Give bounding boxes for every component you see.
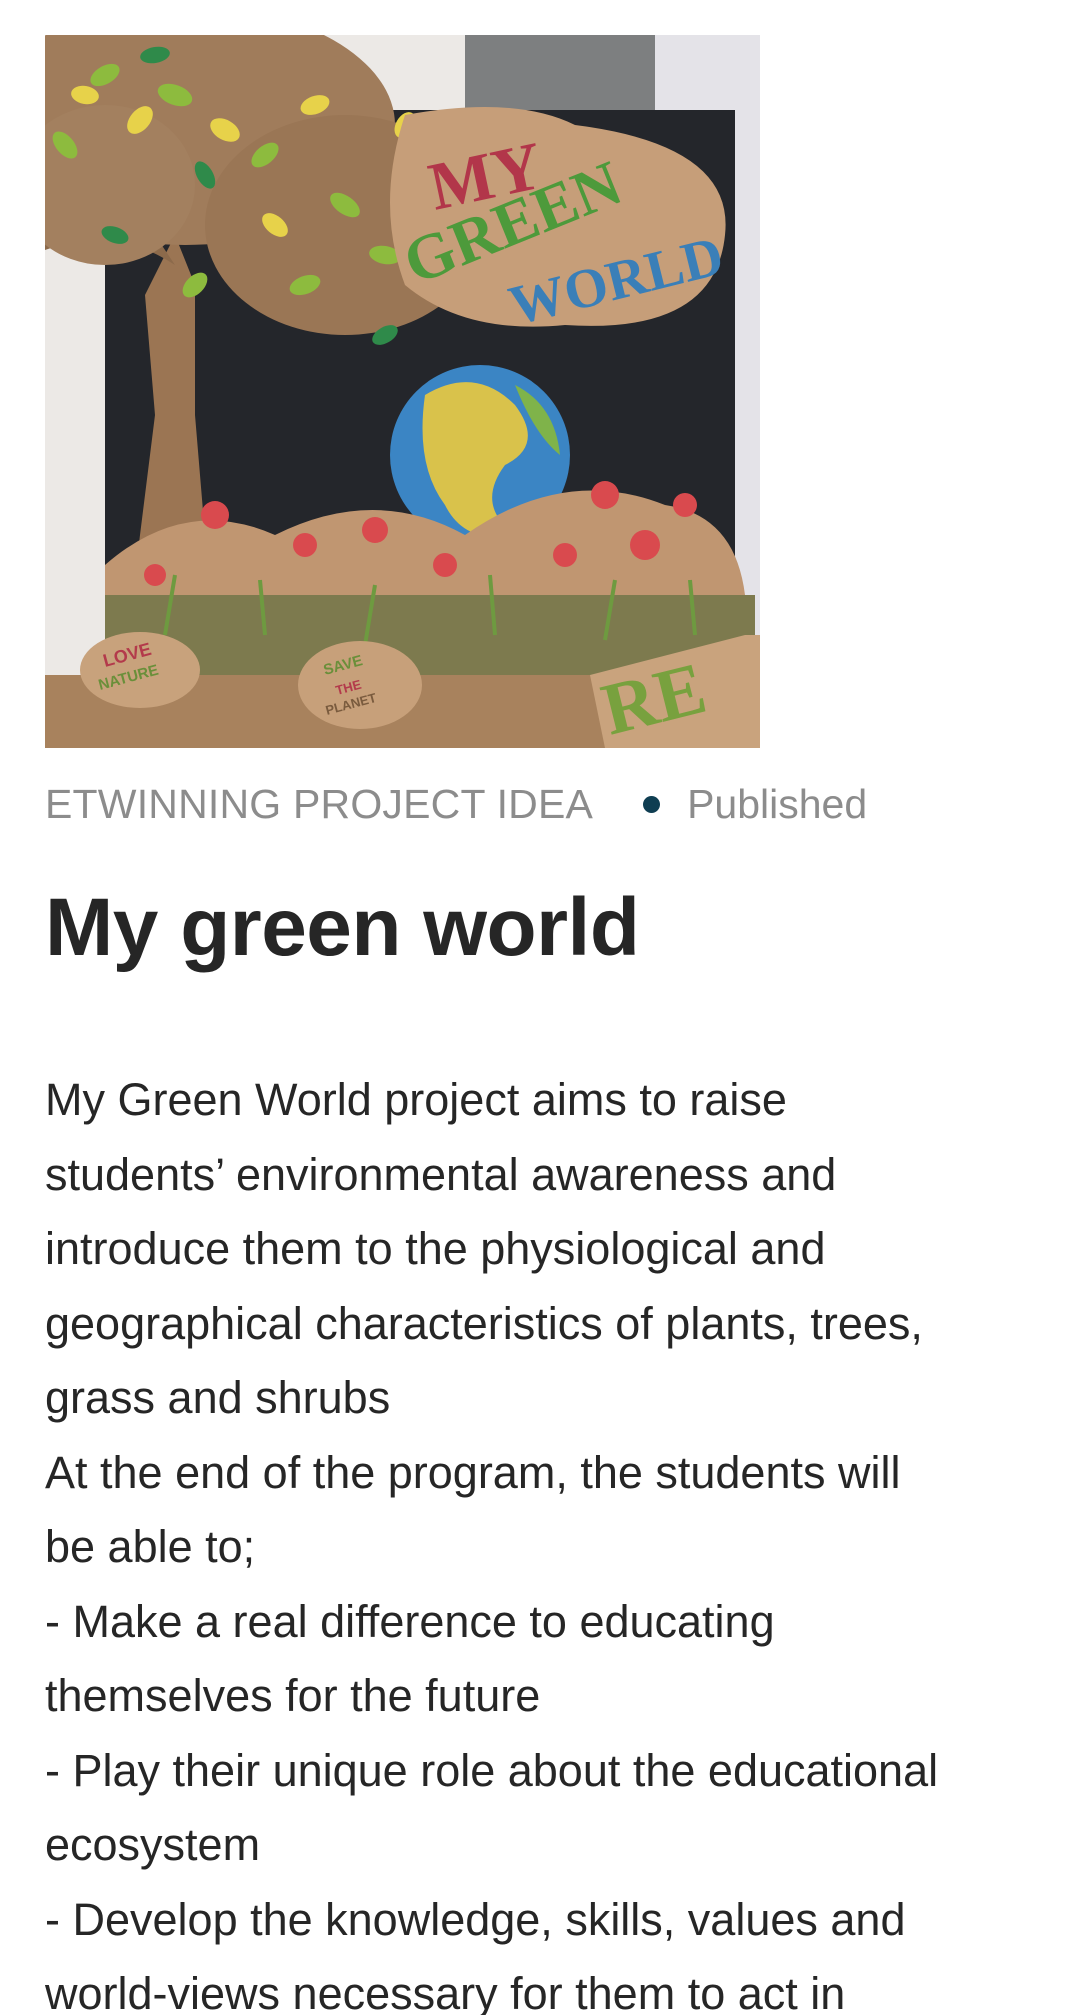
description-line: students’ environmental awareness and (45, 1148, 837, 1200)
description-line: - Play their unique role about the educa… (45, 1744, 939, 1796)
project-type-label: ETWINNING PROJECT IDEA (45, 780, 594, 827)
project-description: My Green World project aims to raise stu… (45, 1063, 1055, 2015)
description-line: - Develop the knowledge, skills, values … (45, 1893, 906, 1945)
description-line: introduce them to the physiological and (45, 1223, 826, 1274)
project-hero-image[interactable]: MY GREEN WORLD LOVE NATURE SAVE THE PLAN… (45, 35, 760, 748)
project-meta: ETWINNING PROJECT IDEA Published (45, 778, 867, 830)
description-line: themselves for the future (45, 1670, 541, 1721)
description-line: be able to; (45, 1521, 256, 1572)
description-line: - Make a real difference to educating (45, 1595, 775, 1647)
description-line: ecosystem (45, 1819, 261, 1870)
description-line: My Green World project aims to raise (45, 1074, 787, 1125)
page-title: My green world (45, 882, 640, 973)
description-line: At the end of the program, the students … (45, 1446, 901, 1498)
project-page: MY GREEN WORLD LOVE NATURE SAVE THE PLAN… (0, 0, 1080, 2015)
description-line: grass and shrubs (45, 1372, 391, 1423)
description-line: world-views necessary for them to act in (45, 1968, 846, 2015)
description-line: geographical characteristics of plants, … (45, 1297, 923, 1349)
status-dot-icon (643, 795, 661, 813)
status-label: Published (687, 780, 868, 827)
